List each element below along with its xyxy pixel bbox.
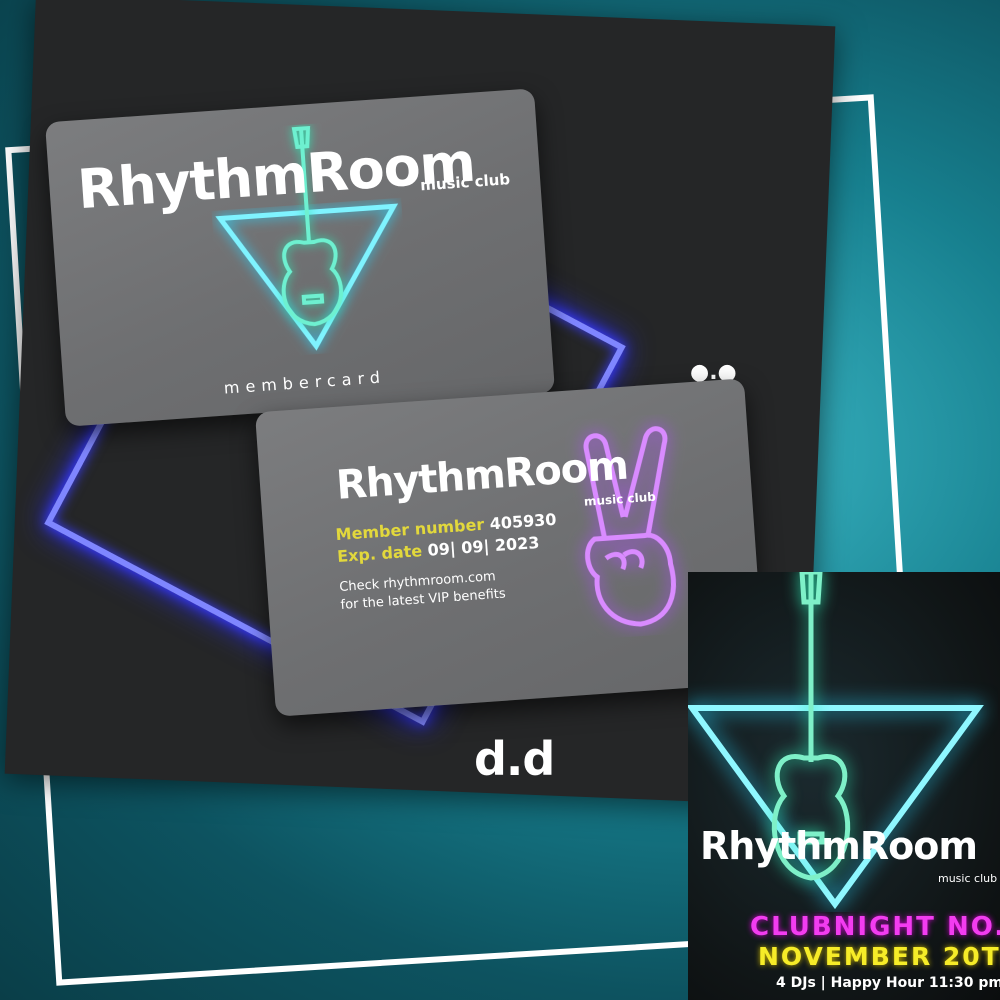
member-number-value: 405930 [489, 509, 558, 534]
poster-info: 4 DJs | Happy Hour 11:30 pm [776, 975, 1000, 991]
benefits-note: Check rhythmroom.com for the latest VIP … [339, 567, 507, 614]
exp-date-value: 09| 09| 2023 [427, 532, 540, 560]
membercard-front: RhythmRoom music club membercard [44, 88, 556, 427]
membercard-label: membercard [223, 367, 387, 398]
clubnight-poster: RhythmRoom music club CLUBNIGHT NO.8 NOV… [688, 572, 1000, 1000]
poster-brand-name: RhythmRoom [700, 824, 978, 868]
poster-brand-tagline: music club [938, 872, 998, 885]
poster-date: NOVEMBER 20TH [758, 942, 1000, 971]
agency-logo: d.d [474, 732, 555, 786]
poster-title: CLUBNIGHT NO.8 [750, 912, 1000, 942]
exp-date-label: Exp. date [336, 541, 423, 567]
